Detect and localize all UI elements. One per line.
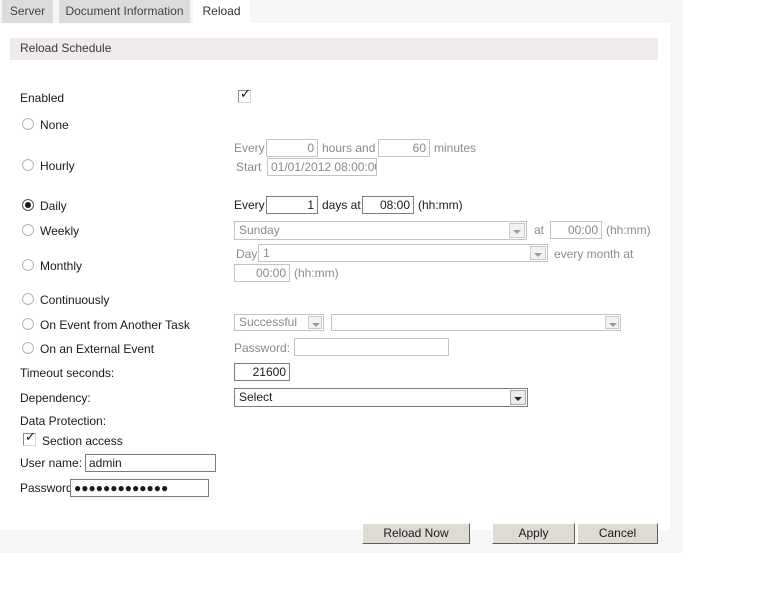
hourly-minutes-label: minutes <box>434 141 477 155</box>
check-icon: ✓ <box>25 430 36 445</box>
user-name-label: User name: <box>20 456 83 470</box>
daily-time-input[interactable]: 08:00 <box>362 196 414 214</box>
radio-on-event-from-another-task[interactable] <box>22 318 34 330</box>
hourly-hours-label: hours and <box>322 141 376 155</box>
weekly-day-select[interactable]: Sunday <box>234 221 527 240</box>
section-access-checkbox[interactable]: ✓ <box>23 430 36 446</box>
user-name-input[interactable]: admin <box>85 454 216 472</box>
monthly-every-month-label: every month at <box>554 247 634 261</box>
weekly-at-label: at <box>534 223 545 237</box>
section-access-label: Section access <box>42 434 123 448</box>
content-panel: Reload Schedule Enabled ✓ None Hourly Da… <box>0 23 683 553</box>
radio-on-an-external-event-label: On an External Event <box>40 342 155 356</box>
dependency-select-value: Select <box>239 390 273 404</box>
chevron-down-icon[interactable] <box>509 223 525 238</box>
radio-continuously-label: Continuously <box>40 293 110 307</box>
data-protection-label: Data Protection: <box>20 414 107 428</box>
section-header-title: Reload Schedule <box>20 41 112 55</box>
reload-now-button[interactable]: Reload Now <box>362 523 470 544</box>
form-surface: Reload Schedule Enabled ✓ None Hourly Da… <box>0 23 670 544</box>
hourly-start-label: Start <box>236 160 262 174</box>
on-event-status-select[interactable]: Successful <box>234 314 324 331</box>
monthly-day-select-value: 1 <box>263 246 270 260</box>
daily-every-label: Every <box>234 198 265 212</box>
daily-days-input[interactable]: 1 <box>266 196 318 214</box>
reload-now-button-label: Reload Now <box>383 526 449 540</box>
hourly-minutes-input[interactable]: 60 <box>378 139 430 157</box>
password-label: Password: <box>20 481 77 495</box>
timeout-input[interactable]: 21600 <box>234 363 290 381</box>
tab-server[interactable]: Server <box>2 0 53 23</box>
radio-monthly-label: Monthly <box>40 259 83 273</box>
external-event-password-label: Password: <box>234 341 291 355</box>
hourly-start-input[interactable]: 01/01/2012 08:00:00 <box>267 158 377 176</box>
monthly-day-select[interactable]: 1 <box>258 244 548 262</box>
hourly-hours-input[interactable]: 0 <box>266 139 318 157</box>
cancel-button-label: Cancel <box>598 526 637 540</box>
apply-button-label: Apply <box>518 526 549 540</box>
external-event-password-input[interactable] <box>294 338 449 356</box>
radio-on-an-external-event[interactable] <box>22 342 34 354</box>
chevron-down-icon[interactable] <box>530 246 546 260</box>
weekly-day-select-value: Sunday <box>239 223 280 237</box>
on-event-task-select[interactable] <box>331 314 621 331</box>
radio-daily-label: Daily <box>40 199 67 213</box>
reload-settings-page: Server Document Information Reload Reloa… <box>0 0 768 614</box>
daily-days-label: days at <box>322 198 361 212</box>
radio-continuously[interactable] <box>22 293 34 305</box>
apply-button[interactable]: Apply <box>492 523 575 544</box>
weekly-time-format-label: (hh:mm) <box>606 223 651 237</box>
tab-reload[interactable]: Reload <box>193 0 250 23</box>
password-input[interactable]: ●●●●●●●●●●●●● <box>70 479 209 497</box>
tab-bar: Server Document Information Reload <box>0 0 683 23</box>
radio-weekly-label: Weekly <box>40 224 80 238</box>
radio-hourly[interactable] <box>22 159 34 171</box>
monthly-time-format-label: (hh:mm) <box>294 266 339 280</box>
radio-none[interactable] <box>22 118 34 130</box>
daily-time-format-label: (hh:mm) <box>418 198 463 212</box>
radio-monthly[interactable] <box>22 259 34 271</box>
chevron-down-icon[interactable] <box>308 316 322 329</box>
enabled-checkbox[interactable]: ✓ <box>238 87 251 103</box>
radio-none-label: None <box>40 118 69 132</box>
timeout-label: Timeout seconds: <box>20 366 115 380</box>
monthly-day-label: Day <box>236 247 258 261</box>
radio-on-event-from-another-task-label: On Event from Another Task <box>40 318 190 332</box>
dependency-label: Dependency: <box>20 391 91 405</box>
hourly-every-label: Every <box>234 141 265 155</box>
dependency-select[interactable]: Select <box>234 388 528 407</box>
chevron-down-icon[interactable] <box>605 316 619 329</box>
enabled-label: Enabled <box>20 91 65 105</box>
weekly-time-input[interactable]: 00:00 <box>550 221 602 239</box>
check-icon: ✓ <box>240 87 251 102</box>
tab-server-label: Server <box>9 4 46 18</box>
section-header-reload-schedule: Reload Schedule <box>10 38 658 60</box>
tab-document-information-label: Document Information <box>65 4 184 18</box>
tab-document-information[interactable]: Document Information <box>59 0 190 23</box>
tab-reload-label: Reload <box>202 4 241 18</box>
cancel-button[interactable]: Cancel <box>577 523 658 544</box>
radio-daily[interactable] <box>22 199 34 211</box>
radio-hourly-label: Hourly <box>40 159 75 173</box>
monthly-time-input[interactable]: 00:00 <box>234 264 290 282</box>
radio-weekly[interactable] <box>22 224 34 236</box>
chevron-down-icon[interactable] <box>510 390 526 405</box>
on-event-status-value: Successful <box>239 315 298 329</box>
